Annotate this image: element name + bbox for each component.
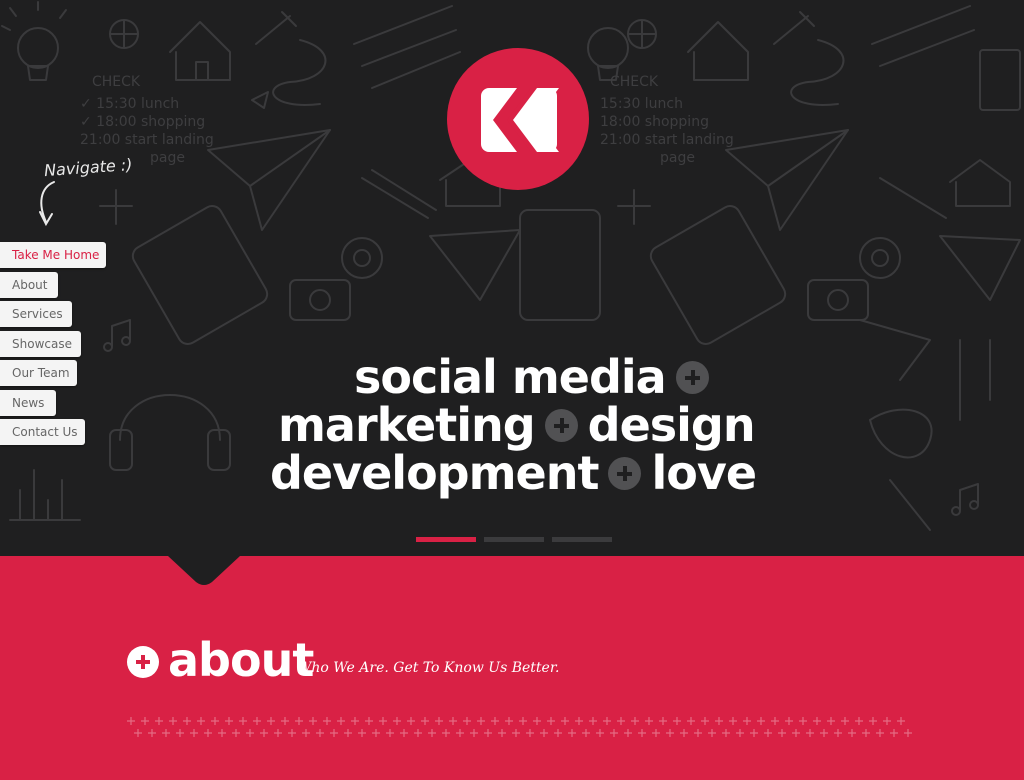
- about-subtitle: Who We Are. Get To Know Us Better.: [297, 660, 560, 676]
- headline-love: love: [651, 446, 757, 500]
- k-chevron-logo-icon: [481, 88, 559, 152]
- hero-banner: CHECK ✓ 15:30 lunch ✓ 18:00 shopping 21:…: [0, 0, 1024, 556]
- svg-text:15:30 lunch: 15:30 lunch: [600, 96, 683, 112]
- nav-item-services[interactable]: Services: [0, 301, 72, 327]
- slide-indicator-1[interactable]: [416, 537, 476, 542]
- plus-pattern-divider: [127, 717, 912, 737]
- nav-item-contact-us[interactable]: Contact Us: [0, 419, 85, 445]
- svg-text:✓ 18:00 shopping: ✓ 18:00 shopping: [80, 114, 205, 130]
- arrow-down-icon: [39, 181, 55, 227]
- headline-line-1: social media: [354, 353, 719, 401]
- svg-text:✓ 15:30 lunch: ✓ 15:30 lunch: [80, 96, 179, 112]
- slide-indicator-2[interactable]: [484, 537, 544, 542]
- section-notch: [168, 556, 240, 585]
- headline-marketing: marketing: [278, 398, 536, 452]
- svg-text:21:00 start landing: 21:00 start landing: [80, 132, 214, 148]
- nav-item-news[interactable]: News: [0, 389, 56, 416]
- svg-text:18:00 shopping: 18:00 shopping: [600, 114, 709, 130]
- nav-item-our-team[interactable]: Our Team: [0, 360, 77, 386]
- slide-indicator-3[interactable]: [552, 537, 612, 542]
- side-navigation: Take Me Home About Services Showcase Our…: [0, 242, 106, 449]
- headline-design: design: [587, 398, 756, 452]
- plus-circle-icon: [127, 646, 159, 678]
- nav-item-take-me-home[interactable]: Take Me Home: [0, 242, 106, 268]
- svg-text:page: page: [150, 150, 185, 166]
- svg-text:CHECK: CHECK: [92, 74, 141, 90]
- about-title: about: [168, 633, 314, 687]
- nav-item-about[interactable]: About: [0, 271, 58, 298]
- plus-icon: [544, 409, 578, 442]
- headline-line-3: development love: [270, 446, 757, 500]
- logo[interactable]: [447, 48, 589, 190]
- plus-icon: [675, 361, 709, 394]
- svg-text:CHECK: CHECK: [610, 74, 659, 90]
- nav-item-showcase[interactable]: Showcase: [0, 330, 81, 357]
- plus-icon: [608, 457, 642, 490]
- headline-line-2: marketing design: [278, 398, 756, 452]
- headline-social-media: social media: [354, 350, 667, 404]
- svg-text:21:00 start landing: 21:00 start landing: [600, 132, 734, 148]
- svg-text:page: page: [660, 150, 695, 166]
- headline-development: development: [270, 446, 599, 500]
